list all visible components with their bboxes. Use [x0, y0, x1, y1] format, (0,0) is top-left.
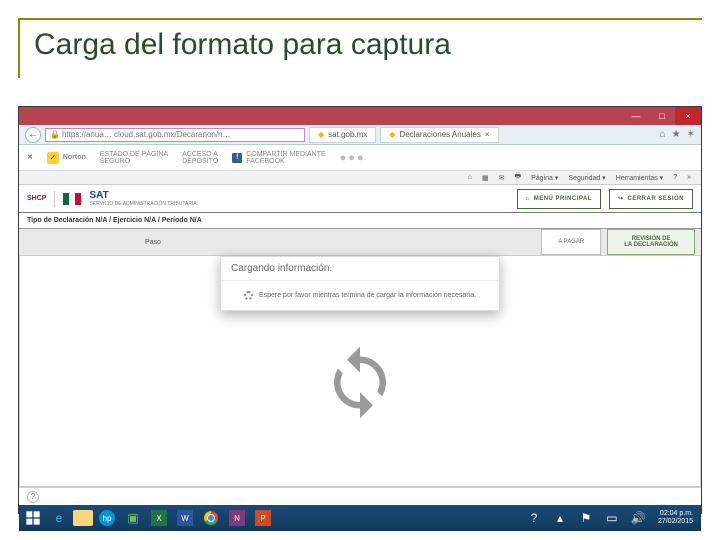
- tray-volume-icon[interactable]: 🔊: [626, 508, 650, 528]
- browser-tab-2[interactable]: ◆ Declaraciones Anuales ×: [380, 127, 498, 143]
- ie-command-bar: ⌂ ▦ ✉ 🖶 Página ▾ Seguridad ▾ Herramienta…: [19, 171, 701, 185]
- start-button[interactable]: [21, 508, 45, 528]
- more-icon[interactable]: ●●●: [340, 152, 366, 164]
- home-glyph-icon: ⌂: [526, 196, 530, 202]
- spinner-icon: [244, 291, 253, 300]
- window-titlebar: — □ ×: [19, 107, 701, 125]
- logout-glyph-icon: ↪: [618, 195, 624, 202]
- sat-subtitle: SERVICIO DE ADMINISTRACIÓN TRIBUTARIA: [89, 201, 196, 207]
- loading-modal: Cargando información. Espere por favor m…: [220, 256, 500, 311]
- screenshot-frame: — □ × ← 🔒 https://anua… cloud.sat.gob.mx…: [18, 106, 702, 514]
- logout-button[interactable]: ↪ CERRAR SESIÓN: [609, 189, 693, 209]
- norton-status-item[interactable]: ESTADO DE PÁGINA SEGURO: [100, 151, 168, 165]
- declaration-breadcrumb: Tipo de Declaración N/A / Ejercicio N/A …: [19, 213, 701, 229]
- main-content: Cargando información. Espere por favor m…: [19, 255, 701, 487]
- sat-logo: SAT: [89, 190, 196, 201]
- step-a-pagar-label: A PAGAR: [558, 239, 584, 245]
- url-input[interactable]: 🔒 https://anua… cloud.sat.gob.mx/Decaran…: [45, 128, 305, 142]
- taskbar-onenote-icon[interactable]: N: [225, 508, 249, 528]
- cmd-print-icon[interactable]: 🖶: [514, 172, 521, 183]
- home-icon[interactable]: ⌂: [660, 129, 666, 140]
- fb-share-l1: COMPARTIR MEDIANTE: [246, 151, 325, 158]
- help-bar: ?: [19, 487, 701, 505]
- step-a-pagar[interactable]: A PAGAR: [541, 229, 601, 255]
- header-divider: [54, 191, 55, 207]
- tab1-label: sat.gob.mx: [328, 130, 367, 139]
- taskbar-excel-icon[interactable]: X: [147, 508, 171, 528]
- windows-taskbar: e hp ▣ X W N P ? ▴ ⚑ ▭ 🔊 02:04 p.m. 27/0…: [19, 505, 701, 531]
- cmd-tools-menu[interactable]: Herramientas ▾: [616, 174, 663, 182]
- cmd-feeds-icon[interactable]: ▦: [482, 174, 489, 182]
- facebook-share-item[interactable]: f COMPARTIR MEDIANTE FACEBOOK: [232, 151, 325, 165]
- norton-status-l2: SEGURO: [100, 158, 168, 165]
- tray-network-icon[interactable]: ▭: [600, 508, 624, 528]
- toolbar-close-icon[interactable]: ×: [27, 152, 33, 163]
- cmd-home-icon[interactable]: ⌂: [468, 174, 472, 181]
- tab1-favicon: ◆: [318, 130, 324, 139]
- browser-tab-1[interactable]: ◆ sat.gob.mx: [309, 127, 376, 143]
- favorites-icon[interactable]: ★: [672, 129, 681, 140]
- norton-brand-label: Norton: [63, 154, 86, 161]
- taskbar-hp-icon[interactable]: hp: [95, 508, 119, 528]
- logout-label: CERRAR SESIÓN: [627, 196, 684, 202]
- paso-label: Paso: [145, 239, 161, 246]
- mexico-flag-icon: [63, 193, 81, 205]
- norton-toolbar: × ✓ Norton ESTADO DE PÁGINA SEGURO ACCES…: [19, 145, 701, 171]
- fb-share-l2: FACEBOOK: [246, 158, 325, 165]
- tray-help-icon[interactable]: ?: [522, 508, 546, 528]
- norton-vault-l1: ACCESO A: [182, 151, 218, 158]
- clock-date: 27/02/2015: [658, 518, 693, 526]
- cmd-overflow-icon[interactable]: »: [687, 174, 691, 181]
- norton-check-icon: ✓: [47, 152, 59, 164]
- shcp-logo: SHCP: [27, 195, 46, 202]
- step-revision[interactable]: REVISIÓN DE LA DECLARACIÓN: [607, 229, 695, 255]
- window-minimize-button[interactable]: —: [623, 107, 649, 125]
- window-maximize-button[interactable]: □: [649, 107, 675, 125]
- norton-vault-l2: DEPÓSITO: [182, 158, 218, 165]
- tray-flag-icon[interactable]: ⚑: [574, 508, 598, 528]
- cmd-help-icon[interactable]: ?: [673, 174, 677, 181]
- facebook-icon: f: [232, 153, 242, 163]
- modal-body: Espere por favor mientras termina de car…: [221, 281, 499, 310]
- tab2-favicon: ◆: [389, 130, 395, 139]
- taskbar-powerpoint-icon[interactable]: P: [251, 508, 275, 528]
- taskbar-chrome-icon[interactable]: [199, 508, 223, 528]
- slide-title: Carga del formato para captura: [34, 28, 451, 62]
- tab2-label: Declaraciones Anuales: [399, 130, 480, 139]
- taskbar-ie-icon[interactable]: e: [47, 508, 71, 528]
- norton-status-l1: ESTADO DE PÁGINA: [100, 151, 168, 158]
- back-button[interactable]: ←: [25, 127, 41, 143]
- modal-body-text: Espere por favor mientras termina de car…: [259, 292, 476, 299]
- refresh-icon: [321, 343, 399, 426]
- tab2-close-icon[interactable]: ×: [485, 130, 490, 139]
- norton-vault-item[interactable]: ACCESO A DEPÓSITO: [182, 151, 218, 165]
- taskbar-word-icon[interactable]: W: [173, 508, 197, 528]
- sat-header: SHCP SAT SERVICIO DE ADMINISTRACIÓN TRIB…: [19, 185, 701, 213]
- cmd-safety-menu[interactable]: Seguridad ▾: [568, 174, 605, 182]
- tools-gear-icon[interactable]: ✶: [687, 129, 695, 140]
- window-close-button[interactable]: ×: [675, 107, 701, 125]
- taskbar-store-icon[interactable]: ▣: [121, 508, 145, 528]
- norton-brand[interactable]: ✓ Norton: [47, 152, 86, 164]
- help-icon[interactable]: ?: [27, 491, 39, 503]
- modal-title: Cargando información.: [221, 257, 499, 281]
- main-menu-button[interactable]: ⌂ MENÚ PRINCIPAL: [517, 189, 601, 209]
- tray-up-icon[interactable]: ▴: [548, 508, 572, 528]
- cmd-page-menu[interactable]: Página ▾: [531, 174, 558, 182]
- step-revision-l2: LA DECLARACIÓN: [624, 242, 678, 248]
- lock-icon: 🔒: [50, 130, 60, 139]
- steps-row: Paso A PAGAR REVISIÓN DE LA DECLARACIÓN: [19, 229, 701, 255]
- url-text: https://anua… cloud.sat.gob.mx/Decaranon…: [62, 130, 231, 139]
- cmd-mail-icon[interactable]: ✉: [499, 174, 505, 182]
- address-bar: ← 🔒 https://anua… cloud.sat.gob.mx/Decar…: [19, 125, 701, 145]
- clock-time: 02:04 p.m.: [658, 510, 693, 518]
- taskbar-clock[interactable]: 02:04 p.m. 27/02/2015: [652, 510, 699, 525]
- breadcrumb-text: Tipo de Declaración N/A / Ejercicio N/A …: [27, 217, 202, 224]
- taskbar-explorer-icon[interactable]: [73, 510, 93, 526]
- main-menu-label: MENÚ PRINCIPAL: [534, 196, 592, 202]
